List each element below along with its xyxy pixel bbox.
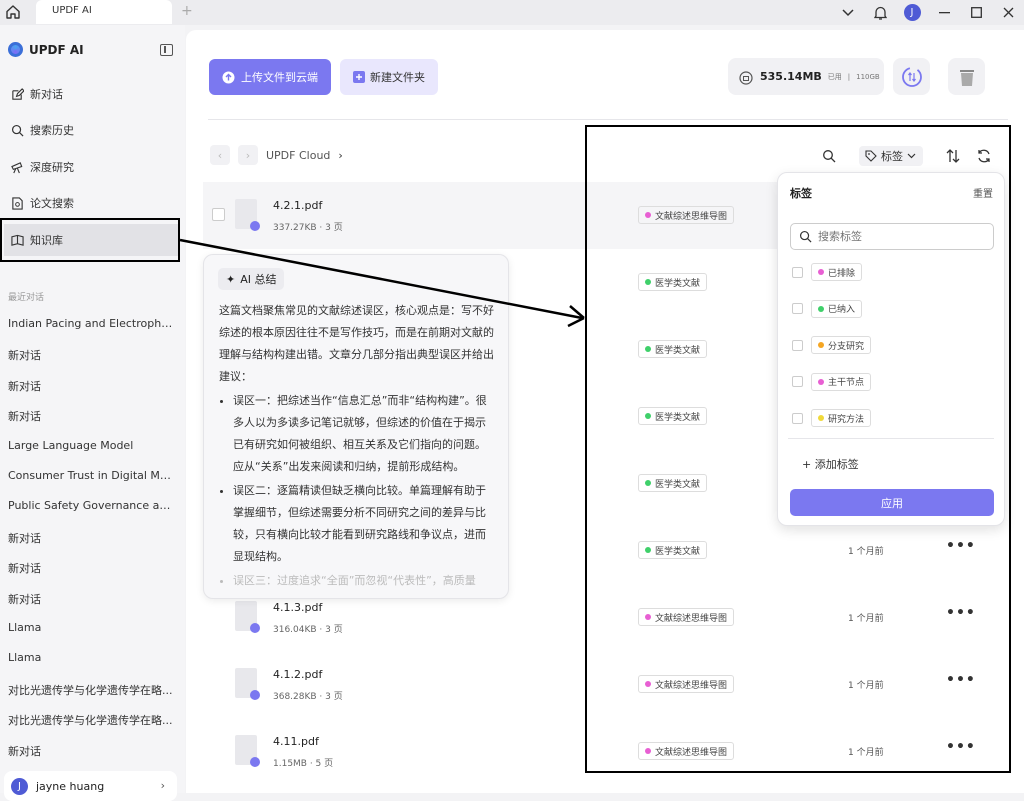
bell-icon[interactable] xyxy=(864,0,896,25)
search-icon xyxy=(11,124,24,136)
ai-summary-label: AI 总结 xyxy=(240,273,277,286)
annotation-highlight-box xyxy=(0,218,180,262)
recent-chat-item[interactable]: 新对话 xyxy=(8,378,174,394)
storage-used: 535.14MB xyxy=(760,70,822,83)
file-meta: 1.15MB · 5 页 xyxy=(273,759,334,769)
ai-summary-points: 误区一：把综述当作“信息汇总”而非“结构构建”。很多人以为多读多记笔记就够，但综… xyxy=(233,390,495,592)
sidebar-item-paper-search[interactable]: 论文搜索 xyxy=(4,187,178,219)
user-name: jayne huang xyxy=(36,779,105,793)
ai-summary-point-faded: 误区三：过度追求“全面”而忽视“代表性”，高质量 xyxy=(233,570,495,592)
file-name[interactable]: 4.1.3.pdf xyxy=(273,601,322,614)
chevron-down-icon[interactable] xyxy=(832,0,864,25)
new-folder-button[interactable]: 新建文件夹 xyxy=(340,59,438,95)
recent-chat-item[interactable]: 对比光遗传学与化学遗传学在略... xyxy=(8,712,174,728)
recent-chat-item[interactable]: Large Language Model xyxy=(8,439,174,452)
ai-summary-content: 这篇文档聚焦常见的文献综述误区，核心观点是：写不好综述的根本原因往往不是写作技巧… xyxy=(219,300,495,594)
pdf-file-icon xyxy=(235,601,260,633)
sidebar-item-label: 论文搜索 xyxy=(30,197,74,210)
storage-total: 110GB xyxy=(856,72,880,81)
collapse-sidebar-icon[interactable] xyxy=(160,44,173,56)
storage-separator: | xyxy=(847,72,851,81)
recent-chat-item[interactable]: Public Safety Governance an... xyxy=(8,499,174,512)
ai-summary-intro: 这篇文档聚焦常见的文献综述误区，核心观点是：写不好综述的根本原因往往不是写作技巧… xyxy=(219,304,494,383)
trash-icon xyxy=(959,69,974,86)
tab-updf-ai[interactable]: UPDF AI xyxy=(36,0,172,24)
file-name[interactable]: 4.11.pdf xyxy=(273,735,319,748)
upload-label: 上传文件到云端 xyxy=(241,71,318,84)
file-meta: 368.28KB · 3 页 xyxy=(273,692,343,702)
telescope-icon xyxy=(11,161,23,173)
sparkle-icon: ✦ xyxy=(226,272,236,286)
recent-chat-item[interactable]: Indian Pacing and Electrophy... xyxy=(8,317,174,330)
recent-chat-item[interactable]: 新对话 xyxy=(8,591,174,607)
brand-name: UPDF AI xyxy=(29,42,84,57)
updf-logo-icon xyxy=(8,42,23,57)
tab-label: UPDF AI xyxy=(52,5,92,16)
pdf-file-icon xyxy=(235,199,260,231)
row-checkbox[interactable] xyxy=(212,208,225,221)
minimize-icon[interactable] xyxy=(928,0,960,25)
sidebar: UPDF AI 新对话 搜索历史 深度研究 论文搜索 知识库 最近对话 Indi… xyxy=(0,25,185,793)
ai-summary-point: 误区一：把综述当作“信息汇总”而非“结构构建”。很多人以为多读多记笔记就够，但综… xyxy=(233,390,495,478)
ai-summary-popover: ✦ AI 总结 这篇文档聚焦常见的文献综述误区，核心观点是：写不好综述的根本原因… xyxy=(203,254,509,599)
storage-lock-icon xyxy=(739,70,753,85)
recent-chat-item[interactable]: Llama xyxy=(8,651,174,664)
account-avatar[interactable]: J xyxy=(896,0,928,25)
breadcrumb: ‹ › UPDF Cloud › xyxy=(210,145,343,165)
document-search-icon xyxy=(12,196,23,210)
recent-chat-item[interactable]: 新对话 xyxy=(8,347,174,363)
user-profile[interactable]: J jayne huang › xyxy=(4,771,177,801)
file-meta: 337.27KB · 3 页 xyxy=(273,223,343,233)
title-bar: UPDF AI + J xyxy=(0,0,1024,25)
recent-chat-item[interactable]: Llama xyxy=(8,621,174,634)
recent-chat-item[interactable]: 新对话 xyxy=(8,530,174,546)
new-folder-label: 新建文件夹 xyxy=(370,71,425,84)
chevron-right-icon: › xyxy=(160,779,165,792)
pdf-file-icon xyxy=(235,668,260,700)
sidebar-item-label: 新对话 xyxy=(30,88,63,101)
maximize-icon[interactable] xyxy=(960,0,992,25)
recent-chat-item[interactable]: 新对话 xyxy=(8,743,174,759)
recent-chat-item[interactable]: 新对话 xyxy=(8,408,174,424)
recent-chat-item[interactable]: 新对话 xyxy=(8,560,174,576)
chevron-right-icon: › xyxy=(338,148,343,162)
ai-summary-point: 误区二：逐篇精读但缺乏横向比较。单篇理解有助于掌握细节，但综述需要分析不同研究之… xyxy=(233,480,495,568)
sidebar-item-label: 深度研究 xyxy=(30,161,74,174)
file-meta: 316.04KB · 3 页 xyxy=(273,625,343,635)
upload-icon xyxy=(222,71,235,83)
sidebar-item-label: 搜索历史 xyxy=(30,124,74,137)
recent-chat-item[interactable]: 对比光遗传学与化学遗传学在略... xyxy=(8,682,174,698)
sync-button[interactable] xyxy=(893,58,930,95)
add-folder-icon xyxy=(353,71,365,83)
forward-button[interactable]: › xyxy=(238,145,258,165)
close-icon[interactable] xyxy=(992,0,1024,25)
annotation-outline-box xyxy=(585,125,1011,773)
edit-icon xyxy=(12,87,24,100)
sidebar-item-deep-research[interactable]: 深度研究 xyxy=(4,151,178,183)
back-button[interactable]: ‹ xyxy=(210,145,230,165)
avatar: J xyxy=(11,777,28,795)
recent-chats-title: 最近对话 xyxy=(8,293,45,303)
trash-button[interactable] xyxy=(948,58,985,95)
upload-to-cloud-button[interactable]: 上传文件到云端 xyxy=(209,59,331,95)
brand: UPDF AI xyxy=(8,42,84,57)
sidebar-item-new-chat[interactable]: 新对话 xyxy=(4,78,178,110)
file-name[interactable]: 4.1.2.pdf xyxy=(273,668,322,681)
home-icon[interactable] xyxy=(5,4,21,20)
ai-summary-chip: ✦ AI 总结 xyxy=(218,268,285,290)
pdf-file-icon xyxy=(235,735,260,767)
storage-indicator[interactable]: 535.14MB 已用 | 110GB xyxy=(728,58,884,95)
recent-chat-item[interactable]: Consumer Trust in Digital Ma... xyxy=(8,469,174,482)
divider xyxy=(208,119,1008,120)
add-tab-icon[interactable]: + xyxy=(181,3,193,19)
file-name[interactable]: 4.2.1.pdf xyxy=(273,199,322,212)
breadcrumb-cloud[interactable]: UPDF Cloud xyxy=(266,149,330,162)
storage-used-label: 已用 xyxy=(827,72,842,81)
sync-icon xyxy=(901,66,922,87)
sidebar-item-search-history[interactable]: 搜索历史 xyxy=(4,114,178,146)
